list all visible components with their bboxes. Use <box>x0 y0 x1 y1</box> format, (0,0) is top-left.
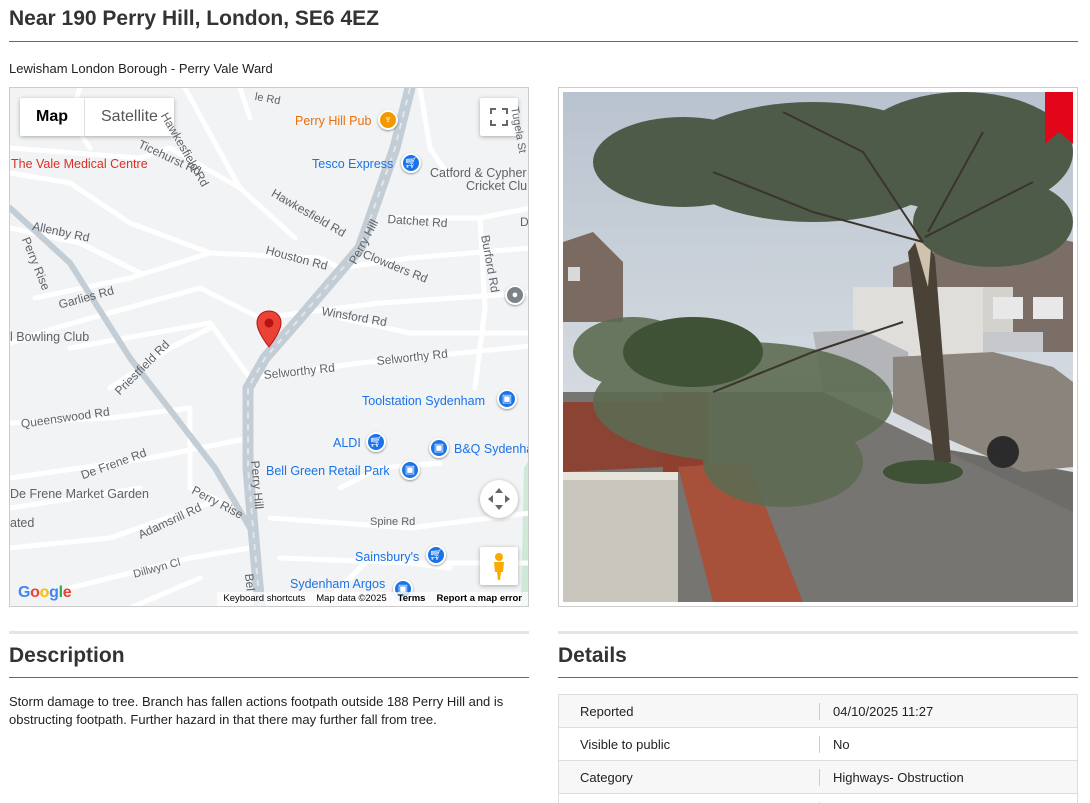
details-value: No <box>833 736 850 752</box>
details-key: Category <box>559 768 820 786</box>
map[interactable]: Map Satellite Hawkesfield Rd Ticehurst R… <box>9 87 529 607</box>
shopping-cart-icon[interactable]: 🛒︎ <box>426 545 446 565</box>
keyboard-shortcuts-link[interactable]: Keyboard shortcuts <box>223 592 305 606</box>
map-type-control: Map Satellite <box>20 98 174 136</box>
map-type-map-button[interactable]: Map <box>20 98 85 136</box>
pub-icon[interactable]: ♆ <box>378 110 398 130</box>
shopping-bag-icon[interactable]: ▣ <box>400 460 420 480</box>
report-photo[interactable] <box>563 92 1073 602</box>
title-divider <box>9 41 1078 42</box>
map-data-label: Map data ©2025 <box>316 593 387 604</box>
poi-label-catford-cypher: Catford & Cypher <box>430 166 527 180</box>
poi-label-argos[interactable]: Sydenham Argos <box>290 577 385 591</box>
bookmark-icon <box>1045 92 1073 144</box>
poi-label-perry-hill-pub[interactable]: Perry Hill Pub <box>295 114 371 128</box>
poi-label-aldi[interactable]: ALDI <box>333 436 361 450</box>
details-value: 04/10/2025 11:27 <box>833 703 934 719</box>
ward-label: Lewisham London Borough - Perry Vale War… <box>9 61 273 76</box>
shopping-bag-icon[interactable]: ▣ <box>429 438 449 458</box>
street-label: Spine Rd <box>370 516 416 528</box>
poi-label-de-frene-market: De Frene Market Garden <box>10 487 149 501</box>
poi-label-cricket-club: Cricket Clu <box>466 179 528 193</box>
poi-label-bell-green[interactable]: Bell Green Retail Park <box>266 464 390 478</box>
terms-link[interactable]: Terms <box>398 592 426 606</box>
page-title: Near 190 Perry Hill, London, SE6 4EZ <box>9 7 379 30</box>
details-row-reported: Reported 04/10/2025 11:27 <box>559 695 1077 728</box>
details-table: Reported 04/10/2025 11:27 Visible to pub… <box>558 694 1078 803</box>
details-rule <box>558 677 1078 678</box>
move-control-button[interactable] <box>480 480 518 518</box>
section-divider <box>9 631 529 634</box>
map-marker-icon[interactable] <box>256 310 282 353</box>
street-view-button[interactable] <box>480 547 518 585</box>
section-divider <box>558 631 1078 634</box>
poi-label-tesco[interactable]: Tesco Express <box>312 157 393 171</box>
report-error-link[interactable]: Report a map error <box>436 592 522 606</box>
details-row-visible: Visible to public No <box>559 728 1077 761</box>
poi-label-partial: ated <box>10 516 35 530</box>
details-heading: Details <box>558 644 627 667</box>
details-row-next <box>559 794 1077 803</box>
description-heading: Description <box>9 644 125 667</box>
pegman-icon <box>494 553 504 580</box>
report-photo-image <box>563 92 1073 602</box>
street-label: D <box>520 215 529 229</box>
move-icon <box>488 488 510 510</box>
description-rule <box>9 677 529 678</box>
shopping-cart-icon[interactable]: 🛒︎ <box>366 432 386 452</box>
place-icon[interactable]: ● <box>505 285 525 305</box>
poi-label-sainsburys[interactable]: Sainsbury's <box>355 550 419 564</box>
details-value: Highways- Obstruction <box>833 769 964 785</box>
shopping-bag-icon[interactable]: ▣ <box>497 389 517 409</box>
shopping-cart-icon[interactable]: 🛒︎ <box>401 153 421 173</box>
poi-label-vale-medical[interactable]: The Vale Medical Centre <box>11 157 148 171</box>
street-label: Bel <box>242 573 258 592</box>
google-logo: Google <box>18 584 72 601</box>
description-text: Storm damage to tree. Branch has fallen … <box>9 694 504 727</box>
map-attribution: Keyboard shortcuts Map data ©2025 Terms … <box>217 592 528 606</box>
poi-label-toolstation[interactable]: Toolstation Sydenham <box>362 394 485 408</box>
details-key: Visible to public <box>559 735 820 753</box>
poi-label-bq[interactable]: B&Q Sydenha <box>454 442 528 456</box>
report-photo-frame <box>558 87 1078 607</box>
details-key: Reported <box>559 702 820 720</box>
poi-label-bowling-club: l Bowling Club <box>10 330 90 344</box>
details-row-category: Category Highways- Obstruction <box>559 761 1077 794</box>
